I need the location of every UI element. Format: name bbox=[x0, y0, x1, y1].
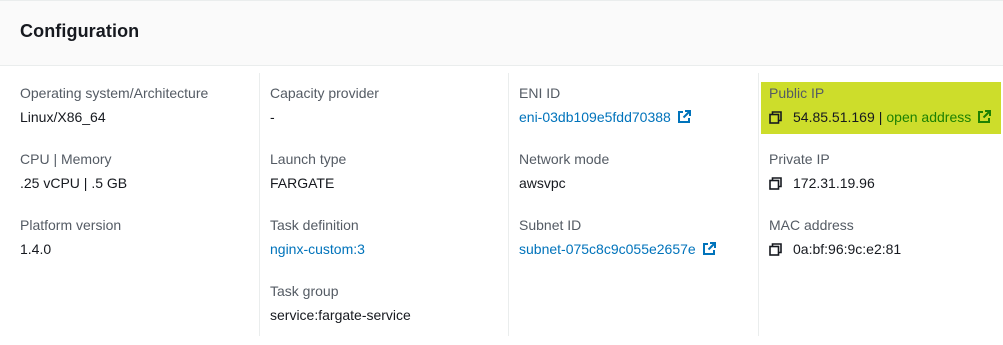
field-eni-id: ENI ID eni-03db109e5fdd70388 bbox=[519, 84, 691, 126]
field-mac-address: MAC address 0a:bf:96:9c:e2:81 bbox=[769, 216, 901, 258]
field-label: Private IP bbox=[769, 151, 830, 167]
field-value: - bbox=[270, 109, 275, 125]
mac-address-value: 0a:bf:96:9c:e2:81 bbox=[793, 241, 902, 257]
field-label: Platform version bbox=[20, 217, 122, 233]
subnet-id-link[interactable]: subnet-075c8c9c055e2657e bbox=[519, 240, 696, 258]
value-separator: | bbox=[878, 109, 883, 125]
eni-id-link[interactable]: eni-03db109e5fdd70388 bbox=[519, 108, 671, 126]
field-value: .25 vCPU | .5 GB bbox=[20, 175, 128, 191]
field-value: FARGATE bbox=[270, 175, 335, 191]
field-label: Operating system/Architecture bbox=[20, 85, 209, 101]
field-platform-version: Platform version 1.4.0 bbox=[20, 216, 121, 258]
column-3: ENI ID eni-03db109e5fdd70388 Network mod… bbox=[519, 73, 749, 336]
copy-icon[interactable] bbox=[769, 110, 782, 124]
field-os-architecture: Operating system/Architecture Linux/X86_… bbox=[20, 84, 208, 126]
field-label: CPU | Memory bbox=[20, 151, 112, 167]
field-value-container: nginx-custom:3 bbox=[270, 240, 365, 258]
field-label: Capacity provider bbox=[270, 85, 379, 101]
field-subnet-id: Subnet ID subnet-075c8c9c055e2657e bbox=[519, 216, 716, 258]
field-label: Network mode bbox=[519, 151, 610, 167]
copy-icon[interactable] bbox=[769, 176, 782, 190]
column-divider bbox=[259, 73, 260, 336]
field-label: Task definition bbox=[270, 217, 359, 233]
field-value-container: subnet-075c8c9c055e2657e bbox=[519, 240, 716, 258]
copy-icon[interactable] bbox=[769, 242, 782, 256]
field-value-container: 0a:bf:96:9c:e2:81 bbox=[769, 240, 901, 258]
field-label: MAC address bbox=[769, 217, 854, 233]
panel-header: Configuration bbox=[0, 1, 1003, 66]
column-1: Operating system/Architecture Linux/X86_… bbox=[20, 73, 250, 336]
field-cpu-memory: CPU | Memory .25 vCPU | .5 GB bbox=[20, 150, 127, 192]
field-label: Public IP bbox=[769, 85, 825, 101]
column-2: Capacity provider - Launch type FARGATE … bbox=[270, 73, 500, 336]
field-label: Launch type bbox=[270, 151, 347, 167]
field-value: service:fargate-service bbox=[270, 307, 411, 323]
column-divider bbox=[758, 73, 759, 336]
field-value: awsvpc bbox=[519, 175, 566, 191]
field-task-definition: Task definition nginx-custom:3 bbox=[270, 216, 365, 258]
field-label: Subnet ID bbox=[519, 217, 582, 233]
external-link-icon[interactable] bbox=[977, 110, 992, 124]
field-launch-type: Launch type FARGATE bbox=[270, 150, 346, 192]
field-public-ip: Public IP 54.85.51.169 | open address bbox=[769, 84, 992, 126]
external-link-icon[interactable] bbox=[677, 110, 691, 124]
field-value-container: eni-03db109e5fdd70388 bbox=[519, 108, 691, 126]
column-divider bbox=[508, 73, 509, 336]
field-label: Task group bbox=[270, 283, 339, 299]
field-capacity-provider: Capacity provider - bbox=[270, 84, 379, 126]
field-value-container: 54.85.51.169 | open address bbox=[769, 108, 992, 126]
field-value: Linux/X86_64 bbox=[20, 109, 106, 125]
public-ip-value: 54.85.51.169 bbox=[793, 109, 875, 125]
private-ip-value: 172.31.19.96 bbox=[793, 175, 875, 191]
field-task-group: Task group service:fargate-service bbox=[270, 282, 411, 324]
open-address-link[interactable]: open address bbox=[886, 108, 971, 126]
field-label: ENI ID bbox=[519, 85, 561, 101]
configuration-panel: Configuration Operating system/Architect… bbox=[0, 0, 1003, 345]
field-private-ip: Private IP 172.31.19.96 bbox=[769, 150, 875, 192]
task-definition-link[interactable]: nginx-custom:3 bbox=[270, 240, 365, 258]
field-value: 1.4.0 bbox=[20, 241, 52, 257]
field-network-mode: Network mode awsvpc bbox=[519, 150, 609, 192]
external-link-icon[interactable] bbox=[702, 242, 716, 256]
field-value-container: 172.31.19.96 bbox=[769, 174, 875, 192]
column-4: Public IP 54.85.51.169 | open address Pr… bbox=[769, 73, 999, 336]
panel-title: Configuration bbox=[20, 21, 140, 41]
